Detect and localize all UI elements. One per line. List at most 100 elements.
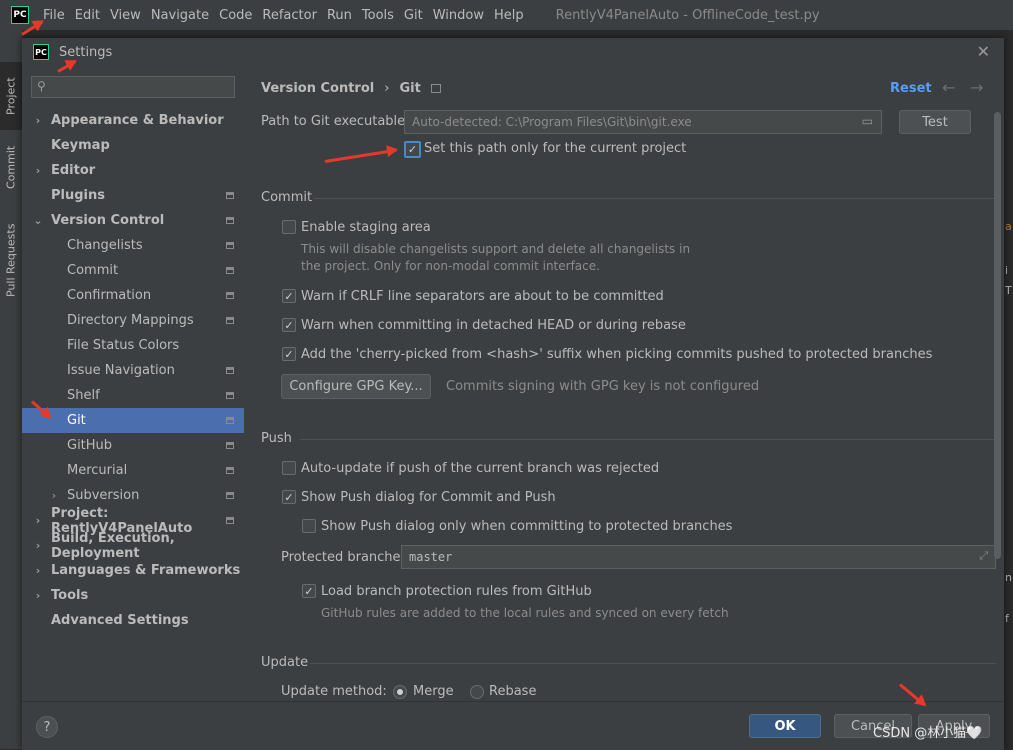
settings-tree-item[interactable]: Commit — [22, 258, 244, 283]
content-scrollbar[interactable] — [994, 112, 1001, 559]
settings-tree-item[interactable]: Issue Navigation — [22, 358, 244, 383]
settings-search-input[interactable]: ⚲ — [31, 76, 235, 98]
breadcrumb-current: Git — [399, 81, 421, 96]
settings-tree-item[interactable]: Keymap — [22, 133, 244, 158]
settings-tree-item[interactable]: › Editor — [22, 158, 244, 183]
pull-requests-tool-tab[interactable]: Pull Requests — [0, 212, 22, 308]
help-button[interactable]: ? — [36, 716, 58, 738]
settings-tree-item[interactable]: › Languages & Frameworks — [22, 558, 244, 583]
crlf-checkbox[interactable]: ✓ — [282, 289, 296, 303]
settings-tree-label: Shelf — [67, 388, 100, 403]
show-push-dialog-checkbox[interactable]: ✓ — [282, 490, 296, 504]
chevron-right-icon[interactable]: › — [49, 489, 59, 502]
settings-tree-label: Advanced Settings — [51, 613, 189, 628]
back-arrow-icon[interactable]: ← — [942, 78, 955, 97]
project-scope-icon — [226, 492, 234, 499]
rebase-radio[interactable] — [470, 685, 484, 699]
chevron-right-icon[interactable]: › — [33, 164, 43, 177]
chevron-right-icon[interactable]: › — [33, 514, 43, 527]
current-project-checkbox[interactable]: ✓ — [404, 141, 421, 158]
rebase-label: Rebase — [489, 684, 537, 699]
project-scope-icon — [226, 392, 234, 399]
breadcrumb-separator: › — [384, 81, 390, 96]
menu-git[interactable]: Git — [404, 8, 423, 23]
crlf-label: Warn if CRLF line separators are about t… — [301, 289, 664, 304]
project-scope-icon — [226, 242, 234, 249]
pycharm-logo-icon: PC — [11, 6, 29, 24]
menu-navigate[interactable]: Navigate — [151, 8, 209, 23]
close-icon[interactable]: ✕ — [977, 42, 990, 61]
menu-code[interactable]: Code — [219, 8, 252, 23]
editor-char: a — [1005, 220, 1012, 233]
settings-tree-item[interactable]: Advanced Settings — [22, 608, 244, 633]
chevron-down-icon[interactable]: ⌄ — [33, 214, 43, 227]
settings-tree-item[interactable]: File Status Colors — [22, 333, 244, 358]
chevron-right-icon[interactable]: › — [33, 539, 43, 552]
test-button[interactable]: Test — [899, 110, 971, 134]
cherry-picked-checkbox[interactable]: ✓ — [282, 347, 296, 361]
auto-update-label: Auto-update if push of the current branc… — [301, 461, 660, 476]
current-project-label: Set this path only for the current proje… — [424, 141, 687, 156]
forward-arrow-icon[interactable]: → — [970, 78, 983, 97]
chevron-right-icon[interactable]: › — [33, 114, 43, 127]
protected-only-label: Show Push dialog only when committing to… — [321, 519, 733, 534]
settings-tree-item[interactable]: Directory Mappings — [22, 308, 244, 333]
pycharm-logo-icon: PC — [33, 44, 49, 60]
git-path-field[interactable]: Auto-detected: C:\Program Files\Git\bin\… — [404, 110, 882, 134]
settings-tree-item[interactable]: Git — [22, 408, 244, 433]
project-scope-icon — [226, 317, 234, 324]
settings-tree-item[interactable]: GitHub — [22, 433, 244, 458]
settings-tree-item[interactable]: Mercurial — [22, 458, 244, 483]
menu-edit[interactable]: Edit — [75, 8, 100, 23]
configure-gpg-button[interactable]: Configure GPG Key... — [281, 374, 431, 399]
settings-tree-item[interactable]: Confirmation — [22, 283, 244, 308]
settings-tree-label: Tools — [51, 588, 89, 603]
editor-char: n — [1005, 571, 1012, 584]
project-tool-tab[interactable]: Project — [0, 62, 22, 130]
ok-button[interactable]: OK — [749, 714, 821, 738]
menu-help[interactable]: Help — [494, 8, 524, 23]
menu-refactor[interactable]: Refactor — [262, 8, 317, 23]
menu-window[interactable]: Window — [433, 8, 484, 23]
settings-tree-item[interactable]: › Subversion — [22, 483, 244, 508]
load-rules-checkbox[interactable]: ✓ — [302, 584, 316, 598]
staging-checkbox[interactable] — [282, 220, 296, 234]
window-title: RentlyV4PanelAuto - OfflineCode_test.py — [555, 7, 820, 23]
editor-char: T — [1005, 284, 1012, 297]
tool-window-strip: Project Commit Pull Requests — [0, 30, 23, 749]
merge-radio[interactable] — [393, 685, 407, 699]
protected-branches-value: master — [409, 550, 453, 564]
menu-file[interactable]: File — [43, 8, 65, 23]
settings-tree-item[interactable]: Changelists — [22, 233, 244, 258]
breadcrumb-parent[interactable]: Version Control — [261, 81, 374, 96]
commit-tool-tab[interactable]: Commit — [0, 134, 22, 200]
expand-icon[interactable]: ⤢ — [979, 549, 988, 563]
reset-link[interactable]: Reset — [890, 81, 932, 96]
settings-tree-item[interactable]: Shelf — [22, 383, 244, 408]
chevron-right-icon[interactable]: › — [33, 564, 43, 577]
settings-tree-item[interactable]: ⌄ Version Control — [22, 208, 244, 233]
menu-view[interactable]: View — [110, 8, 141, 23]
project-scope-icon — [226, 467, 234, 474]
project-scope-icon — [226, 217, 234, 224]
settings-tree-label: Commit — [67, 263, 119, 278]
staging-hint: the project. Only for non-modal commit i… — [301, 259, 600, 273]
settings-tree-label: Git — [67, 413, 86, 428]
folder-icon[interactable]: ▭ — [862, 114, 873, 128]
chevron-right-icon[interactable]: › — [33, 589, 43, 602]
settings-tree-item[interactable]: › Build, Execution, Deployment — [22, 531, 244, 561]
project-scope-icon — [226, 442, 234, 449]
settings-tree-item[interactable]: › Appearance & Behavior — [22, 108, 244, 133]
menu-tools[interactable]: Tools — [362, 8, 394, 23]
settings-tree-item[interactable]: › Project: RentlyV4PanelAuto — [22, 506, 244, 536]
menu-run[interactable]: Run — [327, 8, 352, 23]
settings-tree-item[interactable]: › Tools — [22, 583, 244, 608]
settings-tree-label: Subversion — [67, 488, 140, 503]
section-divider — [300, 439, 996, 440]
detached-head-checkbox[interactable]: ✓ — [282, 318, 296, 332]
protected-branches-field[interactable]: master ⤢ — [401, 545, 996, 569]
settings-tree-item[interactable]: Plugins — [22, 183, 244, 208]
breadcrumb: Version Control › Git — [261, 81, 441, 96]
auto-update-checkbox[interactable] — [282, 461, 296, 475]
protected-only-checkbox[interactable] — [302, 519, 316, 533]
